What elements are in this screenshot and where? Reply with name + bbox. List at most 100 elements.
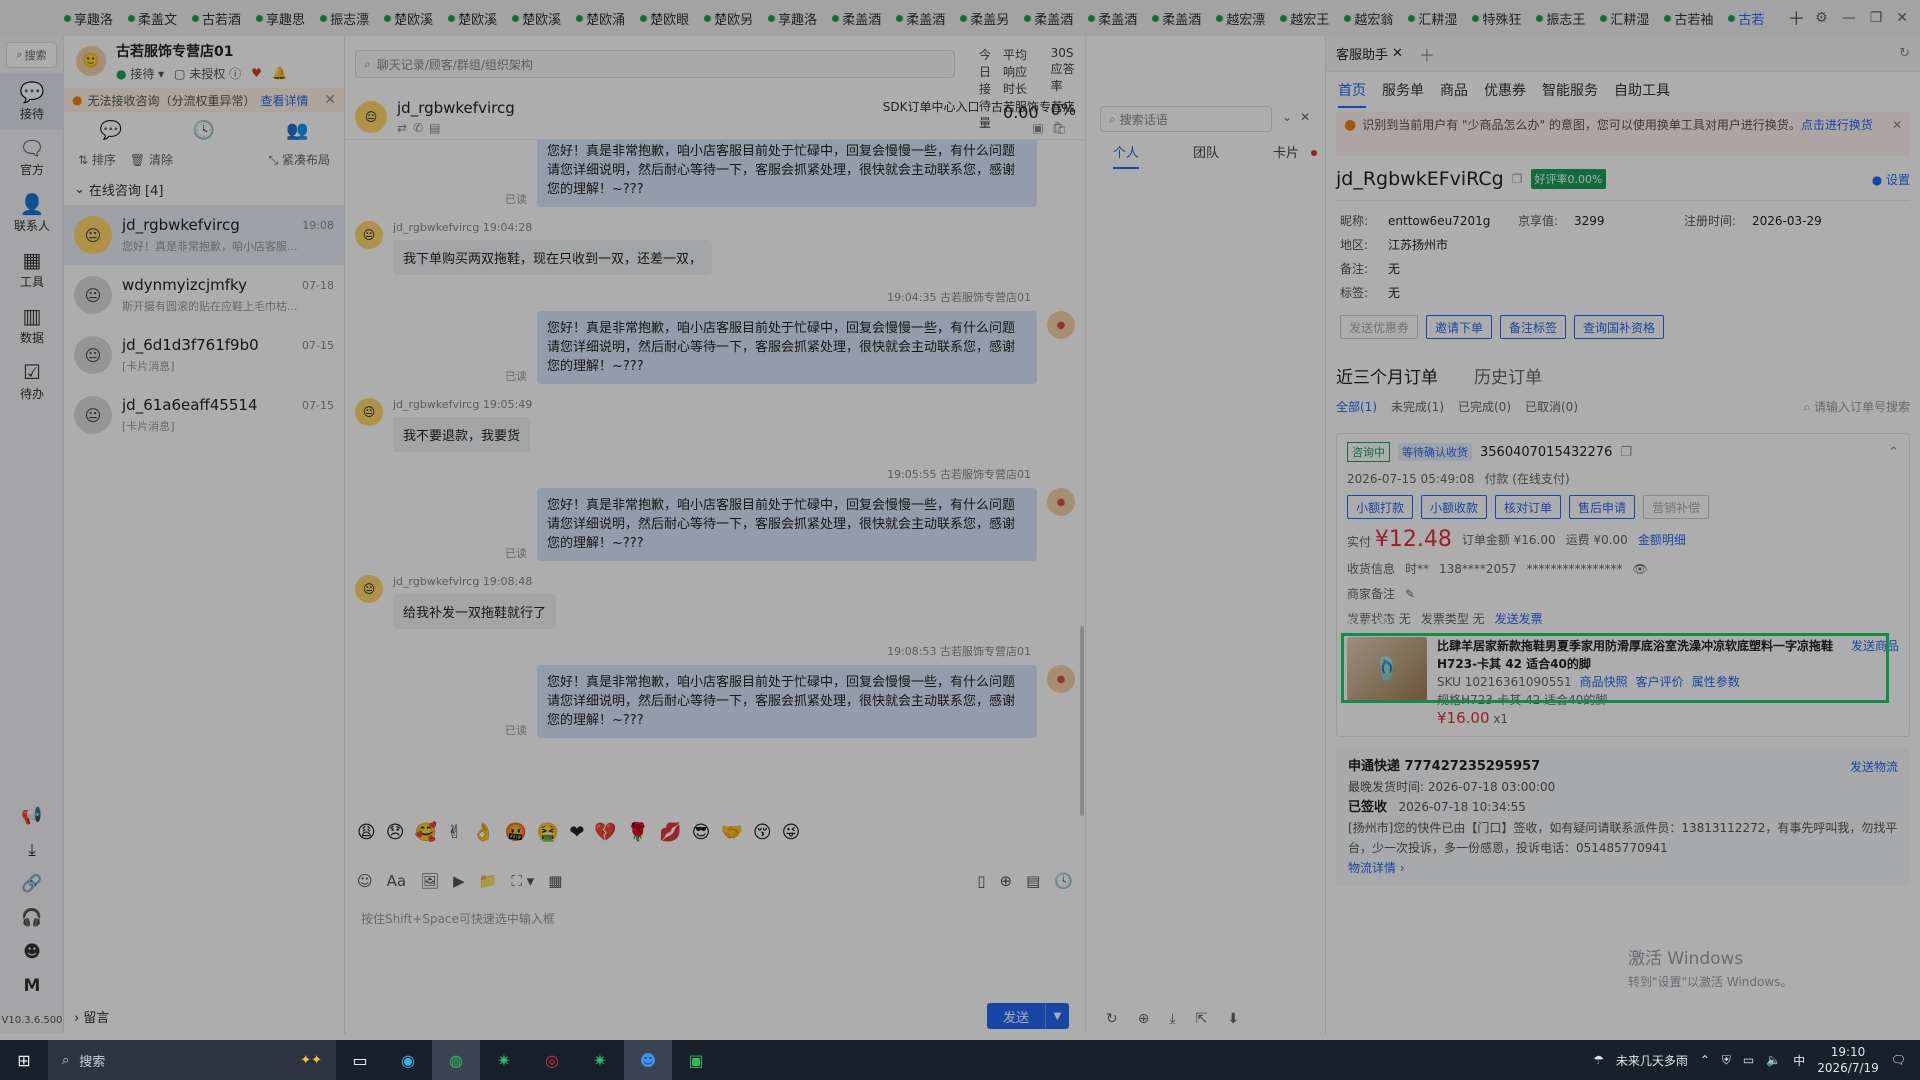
emoji-icon[interactable]: 🤮 bbox=[537, 822, 559, 843]
browser-tab[interactable]: 享趣洛 bbox=[768, 9, 817, 28]
small-collect-button[interactable]: 小额收款 bbox=[1421, 495, 1488, 519]
refresh-icon[interactable]: ↻ bbox=[1899, 46, 1910, 61]
browser-tab[interactable]: 柔盖酒 bbox=[1152, 9, 1201, 28]
nav-todo[interactable]: ☑ 待办 bbox=[0, 354, 64, 410]
send-options-chevron-icon[interactable]: ▼ bbox=[1045, 1003, 1069, 1029]
copy-icon[interactable]: ❐ bbox=[1620, 445, 1632, 460]
download-icon[interactable]: ⬇ bbox=[1227, 1011, 1239, 1027]
emoji-icon[interactable]: 😜 bbox=[782, 822, 801, 843]
restore-icon[interactable]: ❐ bbox=[1870, 10, 1883, 26]
order-search-input[interactable]: ⌕ 请输入订单号搜索 bbox=[1803, 398, 1910, 415]
image-icon[interactable]: 🖼 bbox=[420, 872, 439, 890]
assistant-nav-item[interactable]: 商品 bbox=[1440, 80, 1468, 100]
app-red-icon[interactable]: ◎ bbox=[528, 1040, 576, 1080]
settings-gear-icon[interactable]: ⚙ bbox=[1815, 10, 1828, 26]
compensation-button[interactable]: 营销补偿 bbox=[1643, 495, 1710, 519]
nav-official[interactable]: 🗨 官方 bbox=[0, 130, 64, 186]
panel-close-icon[interactable]: ✕ bbox=[1300, 110, 1318, 124]
browser-tab[interactable]: 享趣思 bbox=[256, 9, 305, 28]
nav-tools[interactable]: ▦ 工具 bbox=[0, 242, 64, 298]
notification-icon[interactable]: 🗨 bbox=[1891, 1053, 1906, 1067]
browser-tab[interactable]: 古若酒 bbox=[192, 9, 241, 28]
folder-icon[interactable]: 📁 bbox=[479, 872, 498, 890]
task-view-icon[interactable]: ▭ bbox=[336, 1040, 384, 1080]
message-bubble[interactable]: 我下单购买两双拖鞋，现在只收到一双，还差一双， bbox=[393, 240, 713, 275]
check-order-button[interactable]: 核对订单 bbox=[1495, 495, 1562, 519]
message-bubble[interactable]: 给我补发一双拖鞋就行了 bbox=[393, 594, 557, 629]
emoji-icon[interactable]: 💋 bbox=[659, 822, 681, 843]
browser-tab[interactable]: 古若 bbox=[1728, 9, 1764, 28]
add-tab-icon[interactable]: ＋ bbox=[1419, 42, 1435, 66]
export-icon[interactable]: ⇱ bbox=[1196, 1011, 1208, 1027]
chat-scrollbar[interactable] bbox=[1080, 626, 1084, 816]
link-icon[interactable]: 🔗 bbox=[21, 874, 42, 894]
message-bubble[interactable]: 您好！真是非常抱歉，咱小店客服目前处于忙碌中，回复会慢慢一些，有什么问题请您详细… bbox=[537, 311, 1037, 384]
network-icon[interactable]: ▭ bbox=[1743, 1053, 1754, 1067]
weather-icon[interactable]: ☂ bbox=[1593, 1053, 1604, 1067]
tray-expand-icon[interactable]: ⌃ bbox=[1700, 1053, 1710, 1067]
product-title[interactable]: 比肆羊居家新款拖鞋男夏季家用防滑厚底浴室洗澡冲凉软底塑料一字凉拖鞋 H723-卡… bbox=[1437, 637, 1841, 673]
ime-indicator[interactable]: 中 bbox=[1793, 1052, 1805, 1069]
heart-icon[interactable]: ♥ bbox=[251, 66, 262, 80]
filter-done[interactable]: 已完成(0) bbox=[1458, 398, 1511, 415]
assistant-nav-item[interactable]: 优惠券 bbox=[1484, 80, 1526, 100]
emoji-icon[interactable]: ☺ bbox=[357, 872, 373, 890]
tab-service-assistant[interactable]: 客服助手 ✕ bbox=[1336, 44, 1403, 63]
shop-avatar[interactable]: 🙂 bbox=[76, 46, 106, 76]
browser-tab[interactable]: 古若袖 bbox=[1664, 9, 1713, 28]
taskbar-clock[interactable]: 19:10 2026/7/19 bbox=[1817, 1044, 1879, 1076]
sort-button[interactable]: ⇅ 排序 bbox=[78, 151, 116, 168]
jd-service-icon[interactable]: ☻ bbox=[624, 1040, 672, 1080]
tab-personal[interactable]: 个人 bbox=[1112, 142, 1139, 169]
browser-tab[interactable]: 越宏翁 bbox=[1344, 9, 1393, 28]
m-logo-icon[interactable]: M bbox=[24, 976, 41, 996]
browser-tab[interactable]: 柔盖酒 bbox=[1088, 9, 1137, 28]
edge-browser-icon[interactable]: ◉ bbox=[384, 1040, 432, 1080]
edit-icon[interactable]: ✎ bbox=[1405, 587, 1415, 601]
bag-icon[interactable]: 🛍 bbox=[1052, 121, 1075, 135]
browser-tab[interactable]: 特殊狂 bbox=[1472, 9, 1521, 28]
alert-close-icon[interactable]: ✕ bbox=[1892, 116, 1902, 152]
conversation-item[interactable]: 😐 wdynmyizcjmfky 07-18 斯开摄有圆滚的贴在应鞋上毛巾枯... bbox=[64, 265, 344, 325]
filter-all[interactable]: 全部(1) bbox=[1336, 398, 1377, 415]
logistics-detail-link[interactable]: 物流详情 › bbox=[1348, 858, 1898, 878]
megaphone-icon[interactable]: 📢 bbox=[21, 806, 42, 826]
font-icon[interactable]: Aa bbox=[387, 872, 406, 890]
quick-reply-search-input[interactable]: ⌕ 搜索话语 bbox=[1100, 106, 1272, 132]
browser-tab[interactable]: 汇耕湿 bbox=[1600, 9, 1649, 28]
emoji-icon[interactable]: 😚 bbox=[753, 822, 772, 843]
tab-recent-orders[interactable]: 近三个月订单 bbox=[1336, 363, 1438, 388]
filter-cancelled[interactable]: 已取消(0) bbox=[1525, 398, 1578, 415]
send-button[interactable]: 发送 bbox=[987, 1003, 1045, 1029]
tab-close-icon[interactable]: ✕ bbox=[1392, 46, 1403, 61]
browser-tab[interactable]: 楚欧涌 bbox=[576, 9, 625, 28]
alert-action-link[interactable]: 点击进行换货 bbox=[1801, 118, 1873, 132]
filter-pending[interactable]: 未完成(1) bbox=[1391, 398, 1444, 415]
assistant-nav-item[interactable]: 自助工具 bbox=[1614, 80, 1670, 100]
amount-detail-link[interactable]: 金额明细 bbox=[1638, 531, 1686, 548]
bell-icon[interactable]: 🔔 bbox=[272, 66, 287, 80]
sdk-order-entry-link[interactable]: SDK订单中心入口 bbox=[883, 100, 980, 114]
browser-tab[interactable]: 振志王 bbox=[1536, 9, 1585, 28]
settings-link[interactable]: ● 设置 bbox=[1872, 171, 1910, 188]
tab-team[interactable]: 团队 bbox=[1193, 142, 1219, 169]
leave-message-group[interactable]: › 留言 bbox=[74, 1007, 109, 1026]
product-image[interactable]: 🩴 bbox=[1347, 637, 1427, 701]
chat-search-input[interactable]: ⌕ 聊天记录/顾客/群组/组织架构 bbox=[355, 50, 955, 78]
nav-search-button[interactable]: ⌕ 搜索 bbox=[6, 42, 57, 68]
phone-icon[interactable]: ✆ bbox=[413, 121, 429, 135]
tab-history-clock-icon[interactable]: 🕓 bbox=[193, 120, 215, 141]
browser-tab[interactable]: 越宏漂 bbox=[1216, 9, 1265, 28]
nav-data[interactable]: ▥ 数据 bbox=[0, 298, 64, 354]
collapse-chevron-icon[interactable]: ⌃ bbox=[1888, 445, 1899, 460]
download-icon[interactable]: ⤓ bbox=[28, 840, 36, 860]
browser-tab[interactable]: 享趣洛 bbox=[64, 9, 113, 28]
emoji-icon[interactable]: 😩 bbox=[357, 822, 376, 843]
app-star-icon[interactable]: ✷ bbox=[480, 1040, 528, 1080]
wechat-icon[interactable]: ◍ bbox=[432, 1040, 480, 1080]
emoji-icon[interactable]: 🥰 bbox=[415, 822, 437, 843]
browser-tab[interactable]: 汇耕湿 bbox=[1408, 9, 1457, 28]
emoji-icon[interactable]: 🤬 bbox=[504, 822, 526, 843]
tab-colleagues-icon[interactable]: 👥 bbox=[286, 120, 308, 141]
browser-tab[interactable]: 柔盖酒 bbox=[832, 9, 881, 28]
